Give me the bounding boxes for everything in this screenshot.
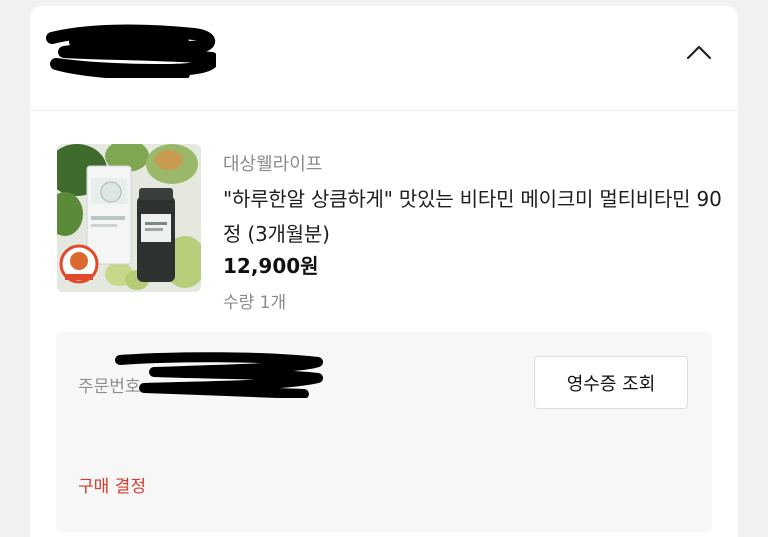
- order-info-panel: 주문번호 영수증 조회 구매 결정: [56, 332, 712, 532]
- purchase-confirm-status[interactable]: 구매 결정: [78, 472, 146, 497]
- chevron-up-icon[interactable]: [686, 42, 712, 62]
- product-name[interactable]: "하루한알 상큼하게" 맛있는 비타민 메이크미 멀티비타민 90정 (3개월분…: [223, 182, 723, 252]
- product-brand: 대상웰라이프: [223, 154, 323, 175]
- redacted-order-number: [115, 352, 323, 398]
- order-card: 대상웰라이프 "하루한알 상큼하게" 맛있는 비타민 메이크미 멀티비타민 90…: [30, 6, 738, 537]
- order-card-header: [30, 6, 738, 106]
- product-image[interactable]: [57, 144, 201, 292]
- receipt-view-button[interactable]: 영수증 조회: [534, 356, 688, 409]
- header-divider: [30, 110, 738, 111]
- product-price: 12,900원: [223, 254, 319, 278]
- product-quantity: 수량 1개: [223, 293, 287, 313]
- redacted-title: [46, 24, 216, 78]
